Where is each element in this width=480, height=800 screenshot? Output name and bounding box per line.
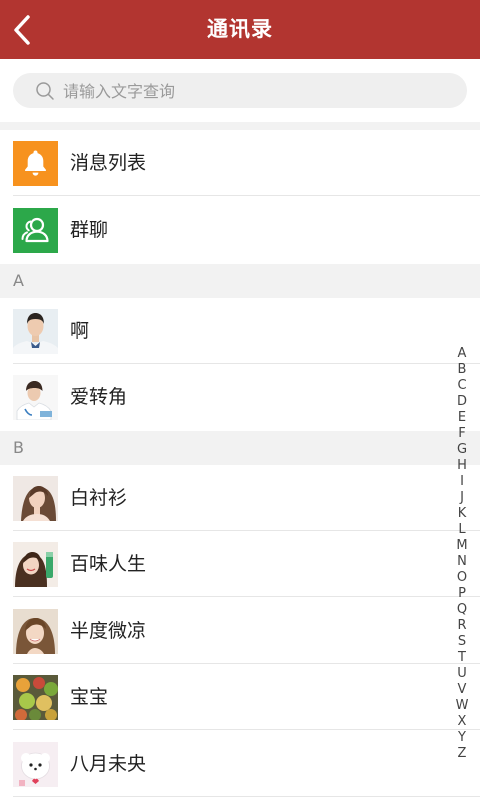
index-letter[interactable]: A: [452, 346, 472, 362]
contact-name: 百味人生: [70, 553, 147, 575]
index-letter[interactable]: V: [452, 682, 472, 698]
section-header-a: A: [0, 264, 480, 298]
index-letter[interactable]: U: [452, 666, 472, 682]
bell-icon: [13, 141, 58, 186]
search-area: [0, 59, 480, 122]
index-letter[interactable]: W: [452, 698, 472, 714]
contact-name: 白衬衫: [70, 487, 128, 509]
group-icon: [13, 208, 58, 253]
contact-row[interactable]: 半度微凉: [0, 598, 480, 664]
row-divider: [13, 796, 480, 797]
item-label: 消息列表: [70, 152, 147, 174]
contact-name: 啊: [70, 320, 90, 342]
search-icon: [36, 82, 54, 100]
index-letter[interactable]: C: [452, 378, 472, 394]
section-header-b: B: [0, 431, 480, 465]
index-letter[interactable]: K: [452, 506, 472, 522]
index-letter[interactable]: L: [452, 522, 472, 538]
divider: [0, 122, 480, 130]
avatar: [13, 742, 58, 787]
list-item-group-chat[interactable]: 群聊: [0, 197, 480, 263]
section-letter: A: [13, 271, 24, 290]
index-letter[interactable]: F: [452, 426, 472, 442]
index-letter[interactable]: I: [452, 474, 472, 490]
index-letter[interactable]: Z: [452, 746, 472, 762]
contact-row[interactable]: 啊: [0, 298, 480, 364]
index-letter[interactable]: R: [452, 618, 472, 634]
index-letter[interactable]: Y: [452, 730, 472, 746]
list-item-message-list[interactable]: 消息列表: [0, 130, 480, 196]
index-letter[interactable]: N: [452, 554, 472, 570]
index-letter[interactable]: O: [452, 570, 472, 586]
contact-name: 八月未央: [70, 753, 147, 775]
section-letter: B: [13, 438, 24, 457]
contact-row[interactable]: 宝宝: [0, 664, 480, 730]
row-divider: [13, 729, 480, 730]
index-letter[interactable]: T: [452, 650, 472, 666]
contact-name: 半度微凉: [70, 620, 147, 642]
index-letter[interactable]: X: [452, 714, 472, 730]
search-input[interactable]: [61, 73, 455, 110]
avatar: [13, 375, 58, 420]
index-letter[interactable]: S: [452, 634, 472, 650]
item-label: 群聊: [70, 219, 109, 241]
avatar: [13, 609, 58, 654]
contact-name: 宝宝: [70, 686, 109, 708]
contact-row[interactable]: 白衬衫: [0, 465, 480, 531]
index-letter[interactable]: E: [452, 410, 472, 426]
index-letter[interactable]: J: [452, 490, 472, 506]
row-divider: [13, 195, 480, 196]
contact-name: 爱转角: [70, 386, 128, 408]
search-box[interactable]: [13, 73, 467, 110]
avatar: [13, 476, 58, 521]
avatar: [13, 675, 58, 720]
row-divider: [13, 596, 480, 597]
avatar: [13, 309, 58, 354]
index-letter[interactable]: M: [452, 538, 472, 554]
contact-row[interactable]: 八月未央: [0, 731, 480, 797]
alphabet-index-bar[interactable]: ABCDEFGHIJKLMNOPQRSTUVWXYZ: [452, 346, 472, 762]
index-letter[interactable]: D: [452, 394, 472, 410]
avatar: [13, 542, 58, 587]
index-letter[interactable]: Q: [452, 602, 472, 618]
index-letter[interactable]: H: [452, 458, 472, 474]
index-letter[interactable]: P: [452, 586, 472, 602]
page-title: 通讯录: [207, 17, 273, 41]
index-letter[interactable]: B: [452, 362, 472, 378]
contact-row[interactable]: 百味人生: [0, 531, 480, 597]
index-letter[interactable]: G: [452, 442, 472, 458]
contact-row[interactable]: 爱转角: [0, 364, 480, 430]
top-nav-bar: 通讯录: [0, 0, 480, 59]
